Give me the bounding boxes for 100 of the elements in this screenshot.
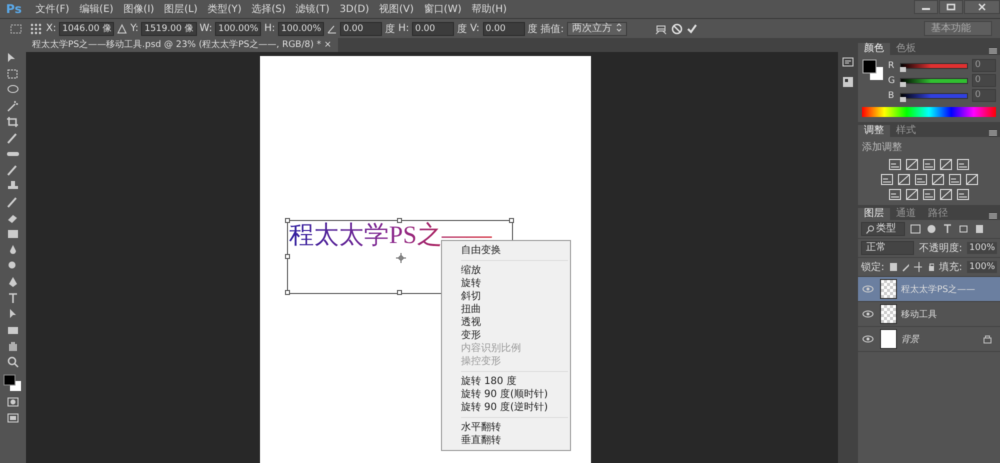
menu-item[interactable]: 扭曲: [442, 303, 570, 316]
close-icon[interactable]: [964, 0, 1000, 14]
layer-name: 背景: [901, 334, 919, 346]
adjustment-icon[interactable]: [923, 189, 935, 200]
input-field[interactable]: 100.00%: [215, 22, 262, 36]
zoom-icon[interactable]: [6, 356, 20, 368]
menu-item[interactable]: 类型(Y): [208, 2, 242, 16]
layer-row[interactable]: 背景: [858, 327, 1000, 352]
panel-tab[interactable]: 调整: [858, 125, 890, 137]
menu-item[interactable]: 图像(I): [123, 2, 154, 16]
menu-item[interactable]: 旋转 90 度(逆时针): [442, 401, 570, 414]
color-swatch-icon[interactable]: [3, 374, 23, 392]
search-icon: [866, 224, 874, 234]
move-arrows-icon[interactable]: [914, 262, 922, 272]
adjustment-icon[interactable]: [906, 189, 918, 200]
layer-thumbnail: [880, 279, 897, 299]
pivot-icon[interactable]: [396, 253, 406, 263]
crop-icon[interactable]: [6, 116, 20, 128]
panel-tab[interactable]: 颜色: [858, 43, 890, 55]
rect-icon[interactable]: [6, 324, 20, 336]
document-tab[interactable]: 程太太学PS之——移动工具.psd @ 23% (程太太学PS之——, RGB/8) * ×: [26, 38, 338, 52]
triangle-icon[interactable]: [117, 24, 128, 34]
panel-tab[interactable]: 通道: [890, 208, 922, 220]
menu-item[interactable]: 编辑(E): [79, 2, 114, 16]
panel-tab[interactable]: 样式: [890, 125, 922, 137]
menu-item[interactable]: 图层(L): [164, 2, 198, 16]
panel-tab[interactable]: 路径: [922, 208, 954, 220]
input-field[interactable]: 100.00%: [278, 22, 324, 36]
shape-filter-icon[interactable]: [958, 224, 969, 234]
menu-item[interactable]: 选择(S): [251, 2, 286, 16]
color-swatch-icon[interactable]: [862, 59, 884, 81]
fill-field[interactable]: 100%: [967, 261, 997, 273]
lasso-icon[interactable]: [6, 84, 20, 96]
reference-point-icon[interactable]: [29, 22, 43, 34]
menu-item[interactable]: 滤镜(T): [296, 2, 330, 16]
opacity-field[interactable]: 100%: [967, 242, 997, 254]
adjustment-icon[interactable]: [923, 159, 935, 170]
layer-name: 移动工具: [901, 308, 937, 320]
panel-tab[interactable]: 色板: [890, 43, 922, 55]
panel-tab[interactable]: 图层: [858, 208, 890, 220]
menu-item[interactable]: 视图(V): [379, 2, 414, 16]
input-field[interactable]: 1046.00 像: [59, 22, 114, 36]
maximize-icon[interactable]: [939, 0, 963, 14]
menu-item[interactable]: 变形: [442, 329, 570, 342]
menu-item[interactable]: 透视: [442, 316, 570, 329]
smart-object-filter-icon[interactable]: [974, 224, 985, 234]
marquee-icon[interactable]: [6, 68, 20, 80]
menu-item[interactable]: 旋转 180 度: [442, 375, 570, 388]
eye-icon[interactable]: [862, 285, 874, 293]
image-filter-icon[interactable]: [910, 224, 921, 234]
screen-mode-icon[interactable]: [6, 412, 20, 424]
menu-item[interactable]: 水平翻转: [442, 421, 570, 434]
input-field[interactable]: 1519.00 像: [141, 22, 197, 36]
adjustment-icon[interactable]: [889, 189, 901, 200]
type-filter-icon[interactable]: [942, 224, 953, 234]
adjustment-icon[interactable]: [898, 174, 910, 185]
eye-icon[interactable]: [862, 310, 874, 318]
lock-icon[interactable]: [926, 262, 934, 272]
checkmark-icon[interactable]: [686, 22, 698, 34]
input-field[interactable]: 0.00: [340, 22, 382, 36]
wand-icon[interactable]: [6, 100, 20, 112]
cancel-icon[interactable]: [670, 22, 683, 34]
adjustment-icon[interactable]: [889, 159, 901, 170]
adjustment-icon[interactable]: [940, 189, 952, 200]
menu-item[interactable]: 旋转 90 度(顺时针): [442, 388, 570, 401]
adjustment-icon[interactable]: [957, 159, 969, 170]
panel-menu-icon[interactable]: [988, 129, 998, 137]
menu-item[interactable]: 帮助(H): [472, 2, 507, 16]
filter-dropdown[interactable]: 类型: [861, 222, 905, 236]
adjustment-icon[interactable]: [914, 174, 926, 185]
menu-item[interactable]: 文件(F): [36, 2, 70, 16]
adjustment-icon[interactable]: [948, 174, 960, 185]
eye-icon[interactable]: [862, 335, 874, 343]
stamp-icon[interactable]: [6, 180, 20, 192]
color-spectrum[interactable]: [862, 107, 996, 117]
warp-icon[interactable]: [654, 22, 668, 34]
type-icon[interactable]: [6, 292, 20, 304]
adjustment-icon[interactable]: [932, 174, 944, 185]
history-panel-icon[interactable]: [841, 56, 855, 68]
menu-item[interactable]: 3D(D): [340, 4, 370, 14]
input-field[interactable]: 0.00: [482, 22, 524, 36]
adjustment-icon[interactable]: [906, 159, 918, 170]
channel-label: G: [888, 76, 896, 86]
adjustment-icon[interactable]: [966, 174, 978, 185]
blend-mode-dropdown[interactable]: 正常: [861, 241, 914, 255]
quick-mask-icon[interactable]: [6, 396, 20, 408]
adjustment-icon[interactable]: [940, 159, 952, 170]
interpolation-dropdown[interactable]: 两次立方: [566, 22, 627, 36]
adjustment-icon[interactable]: [957, 189, 969, 200]
adjustment-icon[interactable]: [880, 174, 892, 185]
minimize-icon[interactable]: [914, 0, 938, 14]
properties-panel-icon[interactable]: [841, 76, 855, 88]
input-field[interactable]: 0.00: [412, 22, 454, 36]
close-tab-icon[interactable]: ×: [324, 40, 332, 50]
panel-menu-icon[interactable]: [988, 47, 998, 55]
panel-menu-icon[interactable]: [988, 212, 998, 220]
menu-item[interactable]: 窗口(W): [424, 2, 462, 16]
menu-item[interactable]: 垂直翻转: [442, 434, 570, 447]
layer-row[interactable]: 移动工具: [858, 302, 1000, 327]
adjustment-filter-icon[interactable]: [926, 224, 937, 234]
